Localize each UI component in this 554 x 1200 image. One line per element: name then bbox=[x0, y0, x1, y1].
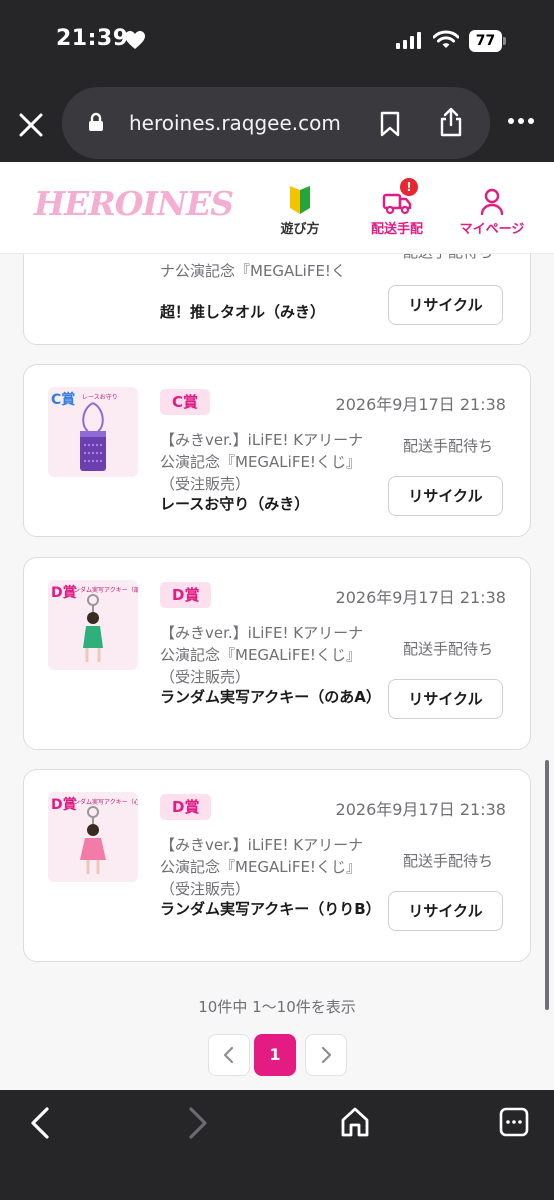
heart-icon bbox=[125, 31, 145, 49]
acrylic-keychain-image bbox=[80, 806, 106, 874]
event-name: 【みきver.】iLiFE! Kアリーナ公演記念『MEGALiFE!くじ』（受注… bbox=[160, 624, 364, 686]
prize-badge: D賞 bbox=[160, 794, 212, 820]
browser-toolbar: heroines.raqgee.com bbox=[0, 84, 554, 162]
nav-mypage-label: マイページ bbox=[459, 222, 525, 237]
cellular-signal-icon bbox=[396, 32, 421, 49]
prize-badge: C賞 bbox=[160, 389, 211, 415]
pagination-info: 10件中 1〜10件を表示 bbox=[198, 998, 356, 1016]
prize-thumbnail[interactable]: D賞 ランダム実写アクキー（心花りりB） bbox=[48, 792, 138, 882]
more-options-button[interactable] bbox=[508, 118, 534, 124]
charm-image bbox=[80, 402, 106, 471]
chevron-left-icon bbox=[223, 1046, 234, 1064]
battery-level: 77 bbox=[469, 30, 502, 52]
site-header: HEROINES 遊び方 ! 配送手配 マイページ bbox=[0, 162, 554, 254]
prize-card: D賞 ランダム実写アクキー（部屋のあA） D賞 2026年9月17日 21:38… bbox=[23, 557, 531, 750]
nav-guide-label: 遊び方 bbox=[280, 222, 320, 237]
previous-page-button[interactable] bbox=[208, 1034, 250, 1076]
acrylic-keychain-image bbox=[83, 594, 103, 662]
site-logo[interactable]: HEROINES bbox=[34, 184, 234, 223]
nav-shipping-label: 配送手配 bbox=[370, 222, 423, 237]
status-bar: 21:39 77 bbox=[0, 0, 554, 84]
nav-shipping[interactable]: ! 配送手配 bbox=[364, 178, 430, 237]
shipping-status: 配送手配待ち bbox=[402, 640, 493, 658]
status-time: 21:39 bbox=[56, 26, 129, 51]
chevron-right-icon bbox=[321, 1046, 332, 1064]
shipping-status: 配送手配待ち bbox=[402, 437, 493, 455]
item-name: ランダム実写アクキー（のあA） bbox=[160, 688, 381, 706]
event-name: 【みきver.】iLiFE! Kアリーナ公演記念『MEGALiFE!くじ』（受注… bbox=[160, 431, 364, 493]
share-icon[interactable] bbox=[439, 107, 463, 137]
event-name: 【みきver.】iLiFE! Kアリーナ公演記念『MEGALiFE!くじ』（受注… bbox=[160, 836, 364, 898]
wifi-icon bbox=[433, 30, 459, 48]
beginner-mark-icon bbox=[290, 186, 310, 214]
draw-date: 2026年9月17日 21:38 bbox=[335, 800, 506, 819]
item-name: ランダム実写アクキー（りりB） bbox=[160, 900, 381, 918]
home-icon[interactable] bbox=[339, 1106, 371, 1138]
bookmark-icon[interactable] bbox=[379, 111, 401, 137]
close-icon[interactable] bbox=[14, 108, 48, 142]
recycle-button[interactable]: リサイクル bbox=[388, 476, 503, 516]
url-text[interactable]: heroines.raqgee.com bbox=[129, 111, 341, 135]
next-page-button[interactable] bbox=[305, 1034, 347, 1076]
event-name: ナ公演記念『MEGALiFE!く bbox=[160, 262, 346, 280]
battery-icon: 77 bbox=[469, 30, 506, 52]
user-icon bbox=[480, 188, 504, 216]
prize-badge: D賞 bbox=[160, 582, 212, 608]
back-arrow-icon[interactable] bbox=[28, 1106, 52, 1140]
recycle-button[interactable]: リサイクル bbox=[388, 679, 503, 719]
forward-arrow-icon[interactable] bbox=[186, 1106, 210, 1140]
shipping-status: 配送手配待ち bbox=[402, 852, 493, 870]
lock-icon bbox=[89, 112, 103, 131]
notification-badge: ! bbox=[400, 178, 418, 196]
tabs-overview-icon[interactable] bbox=[498, 1106, 530, 1138]
item-name: レースお守り（みき） bbox=[160, 495, 310, 513]
recycle-button[interactable]: リサイクル bbox=[388, 285, 503, 325]
nav-guide[interactable]: 遊び方 bbox=[276, 182, 324, 237]
browser-bottom-toolbar bbox=[0, 1090, 554, 1200]
scrollbar[interactable] bbox=[545, 760, 549, 1010]
prize-card: C賞 レースお守り C賞 2026年9月17日 21:38 【みきver.】iL… bbox=[23, 364, 531, 537]
address-bar[interactable]: heroines.raqgee.com bbox=[62, 87, 490, 159]
prize-thumbnail[interactable]: D賞 ランダム実写アクキー（部屋のあA） bbox=[48, 580, 138, 670]
recycle-button[interactable]: リサイクル bbox=[388, 891, 503, 931]
prize-card: D賞 ランダム実写アクキー（心花りりB） D賞 2026年9月17日 21:38… bbox=[23, 769, 531, 962]
prize-thumbnail[interactable]: C賞 レースお守り bbox=[48, 387, 138, 477]
nav-mypage[interactable]: マイページ bbox=[454, 182, 530, 237]
page-button-current[interactable]: 1 bbox=[254, 1034, 296, 1076]
item-name: 超！推しタオル（みき） bbox=[160, 303, 326, 321]
draw-date: 2026年9月17日 21:38 bbox=[335, 395, 506, 414]
web-page: HEROINES 遊び方 ! 配送手配 マイページ ナ公演記念『MEGALiFE… bbox=[0, 162, 554, 1090]
draw-date: 2026年9月17日 21:38 bbox=[335, 588, 506, 607]
